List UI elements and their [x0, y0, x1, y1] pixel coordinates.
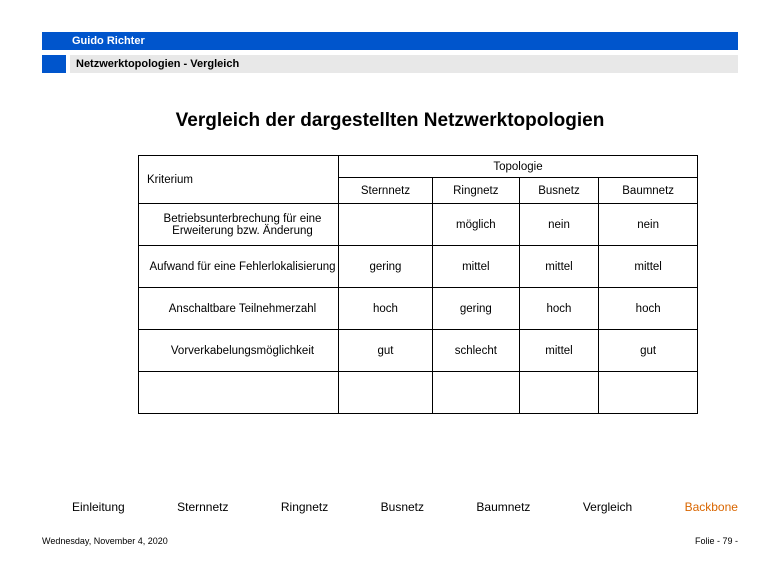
cell: mittel — [519, 246, 599, 288]
row-label: Betriebsunterbrechung für eine Erweiteru… — [139, 204, 339, 246]
author-bar: Guido Richter — [42, 32, 738, 50]
topologie-header: Topologie — [339, 156, 698, 178]
nav-baumnetz[interactable]: Baumnetz — [476, 500, 530, 514]
author-name: Guido Richter — [72, 35, 145, 47]
nav-sternnetz[interactable]: Sternnetz — [177, 500, 228, 514]
nav-einleitung[interactable]: Einleitung — [72, 500, 125, 514]
nav-backbone[interactable]: Backbone — [685, 500, 738, 514]
cell: mittel — [599, 246, 698, 288]
cell: nein — [599, 204, 698, 246]
nav-vergleich[interactable]: Vergleich — [583, 500, 632, 514]
table-row: Anschaltbare Teilnehmerzahl hoch gering … — [139, 288, 698, 330]
decor-square — [42, 55, 66, 73]
cell: gut — [339, 330, 433, 372]
table-row-empty — [139, 372, 698, 414]
footer-page: Folie - 79 - — [695, 536, 738, 546]
kriterium-header: Kriterium — [139, 156, 339, 204]
cell: mittel — [432, 246, 519, 288]
cell — [339, 372, 433, 414]
cell — [139, 372, 339, 414]
cell — [519, 372, 599, 414]
cell: nein — [519, 204, 599, 246]
col-baumnetz: Baumnetz — [599, 178, 698, 204]
cell — [432, 372, 519, 414]
table-row: Betriebsunterbrechung für eine Erweiteru… — [139, 204, 698, 246]
nav-busnetz[interactable]: Busnetz — [381, 500, 424, 514]
cell — [339, 204, 433, 246]
row-label: Aufwand für eine Fehlerlokalisierung — [139, 246, 339, 288]
breadcrumb: Netzwerktopologien - Vergleich — [70, 55, 738, 73]
row-label: Vorverkabelungsmöglichkeit — [139, 330, 339, 372]
row-label: Anschaltbare Teilnehmerzahl — [139, 288, 339, 330]
footer-date: Wednesday, November 4, 2020 — [42, 536, 168, 546]
col-sternnetz: Sternnetz — [339, 178, 433, 204]
col-busnetz: Busnetz — [519, 178, 599, 204]
cell: gering — [339, 246, 433, 288]
cell: gering — [432, 288, 519, 330]
cell: schlecht — [432, 330, 519, 372]
slide-nav: Einleitung Sternnetz Ringnetz Busnetz Ba… — [72, 500, 738, 514]
table-row: Aufwand für eine Fehlerlokalisierung ger… — [139, 246, 698, 288]
breadcrumb-text: Netzwerktopologien - Vergleich — [76, 58, 239, 70]
comparison-table: Kriterium Topologie Sternnetz Ringnetz B… — [138, 155, 698, 414]
breadcrumb-bar: Netzwerktopologien - Vergleich — [42, 55, 738, 73]
cell: möglich — [432, 204, 519, 246]
cell: mittel — [519, 330, 599, 372]
cell: hoch — [339, 288, 433, 330]
cell: gut — [599, 330, 698, 372]
cell: hoch — [599, 288, 698, 330]
col-ringnetz: Ringnetz — [432, 178, 519, 204]
slide-title: Vergleich der dargestellten Netzwerktopo… — [0, 110, 780, 132]
slide-footer: Wednesday, November 4, 2020 Folie - 79 - — [42, 536, 738, 546]
cell — [599, 372, 698, 414]
table-row: Vorverkabelungsmöglichkeit gut schlecht … — [139, 330, 698, 372]
nav-ringnetz[interactable]: Ringnetz — [281, 500, 328, 514]
cell: hoch — [519, 288, 599, 330]
